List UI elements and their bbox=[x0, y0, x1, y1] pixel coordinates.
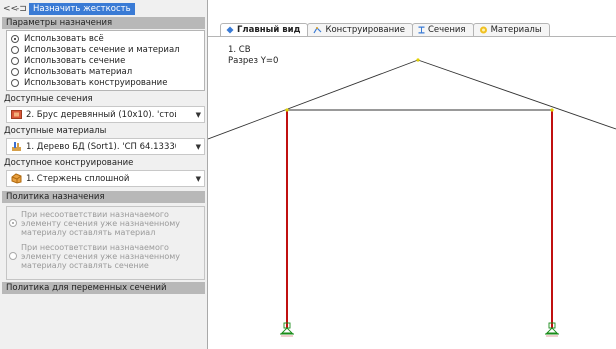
solid-bar-icon bbox=[11, 173, 22, 184]
radio-label: Использовать сечение bbox=[24, 55, 126, 66]
radio-button[interactable] bbox=[11, 67, 19, 76]
materials-label: Доступные материалы bbox=[4, 126, 107, 136]
chevron-down-icon[interactable]: ▼ bbox=[196, 143, 201, 151]
radio-button bbox=[9, 219, 17, 227]
assign-params-header[interactable]: Параметры назначения bbox=[2, 17, 205, 29]
collapse-button[interactable]: << bbox=[3, 4, 18, 14]
chevron-down-icon[interactable]: ▼ bbox=[196, 175, 201, 183]
left-rafter bbox=[208, 59, 419, 140]
radio-button bbox=[9, 252, 17, 260]
model-viewport[interactable] bbox=[208, 37, 616, 349]
materials-value: 1. Дерево БД (Sort1). 'СП 64.13330. bbox=[26, 141, 176, 152]
view-area: Главный вид Конструирование Сечения Мате… bbox=[208, 0, 616, 349]
variable-policy-header[interactable]: Политика для переменных сечений bbox=[2, 282, 205, 294]
radio-button[interactable] bbox=[11, 56, 19, 65]
radio-use-section[interactable]: Использовать сечение bbox=[11, 55, 200, 66]
policy-keep-material: При несоответствии назначаемого элементу… bbox=[9, 210, 202, 237]
design-value: 1. Стержень сплошной bbox=[26, 173, 130, 184]
radio-label: Использовать материал bbox=[24, 66, 133, 77]
radio-button[interactable] bbox=[11, 34, 19, 43]
sections-select[interactable]: 2. Брус деревянный (10х10). 'стойк ▼ bbox=[6, 106, 205, 123]
tab-label: Конструирование bbox=[325, 25, 405, 35]
policy-group: При несоответствии назначаемого элементу… bbox=[6, 206, 205, 280]
radio-label: При несоответствии назначаемого элементу… bbox=[21, 243, 181, 270]
materials-select[interactable]: 1. Дерево БД (Sort1). 'СП 64.13330. ▼ bbox=[6, 138, 205, 155]
section-icon bbox=[418, 26, 425, 34]
pin-button[interactable]: -⊐ bbox=[16, 4, 27, 14]
radio-label: Использовать сечение и материал bbox=[24, 44, 180, 55]
material-icon bbox=[12, 142, 21, 151]
view-tabs: Главный вид Конструирование Сечения Мате… bbox=[220, 23, 550, 36]
design-label: Доступное конструирование bbox=[4, 158, 134, 168]
assign-stiffness-panel: << -⊐ Назначить жесткость Параметры назн… bbox=[0, 0, 208, 349]
right-rafter bbox=[417, 59, 616, 130]
tab-sections[interactable]: Сечения bbox=[411, 23, 474, 36]
tab-materials[interactable]: Материалы bbox=[472, 23, 550, 36]
radio-use-material[interactable]: Использовать материал bbox=[11, 66, 200, 77]
radio-button[interactable] bbox=[11, 78, 19, 87]
tab-label: Материалы bbox=[490, 25, 542, 35]
tab-design[interactable]: Конструирование bbox=[307, 23, 413, 36]
tab-label: Сечения bbox=[427, 25, 466, 35]
panel-title: Назначить жесткость bbox=[29, 2, 135, 15]
materials-icon bbox=[479, 26, 487, 34]
policy-header[interactable]: Политика назначения bbox=[2, 191, 205, 203]
main-view-icon bbox=[226, 26, 234, 34]
chevron-down-icon[interactable]: ▼ bbox=[196, 111, 201, 119]
panel-titlebar: << -⊐ Назначить жесткость bbox=[0, 0, 207, 17]
radio-label: При несоответствии назначаемого элементу… bbox=[21, 210, 181, 237]
tab-main-view[interactable]: Главный вид bbox=[220, 23, 309, 36]
radio-use-all[interactable]: Использовать всё bbox=[11, 33, 200, 44]
left-eave-node bbox=[285, 108, 289, 112]
radio-button[interactable] bbox=[11, 45, 19, 54]
radio-label: Использовать конструирование bbox=[24, 77, 168, 88]
radio-use-design[interactable]: Использовать конструирование bbox=[11, 77, 200, 88]
right-eave-node bbox=[550, 108, 554, 112]
radio-label: Использовать всё bbox=[24, 33, 104, 44]
ridge-node bbox=[416, 58, 420, 62]
design-icon bbox=[313, 27, 322, 34]
policy-keep-section: При несоответствии назначаемого элементу… bbox=[9, 243, 202, 270]
tab-label: Главный вид bbox=[237, 25, 301, 35]
sections-label: Доступные сечения bbox=[4, 94, 93, 104]
section-icon bbox=[11, 110, 22, 119]
sections-value: 2. Брус деревянный (10х10). 'стойк bbox=[26, 109, 176, 120]
design-select[interactable]: 1. Стержень сплошной ▼ bbox=[6, 170, 205, 187]
radio-use-section-material[interactable]: Использовать сечение и материал bbox=[11, 44, 200, 55]
assign-params-group: Использовать всё Использовать сечение и … bbox=[6, 30, 205, 91]
